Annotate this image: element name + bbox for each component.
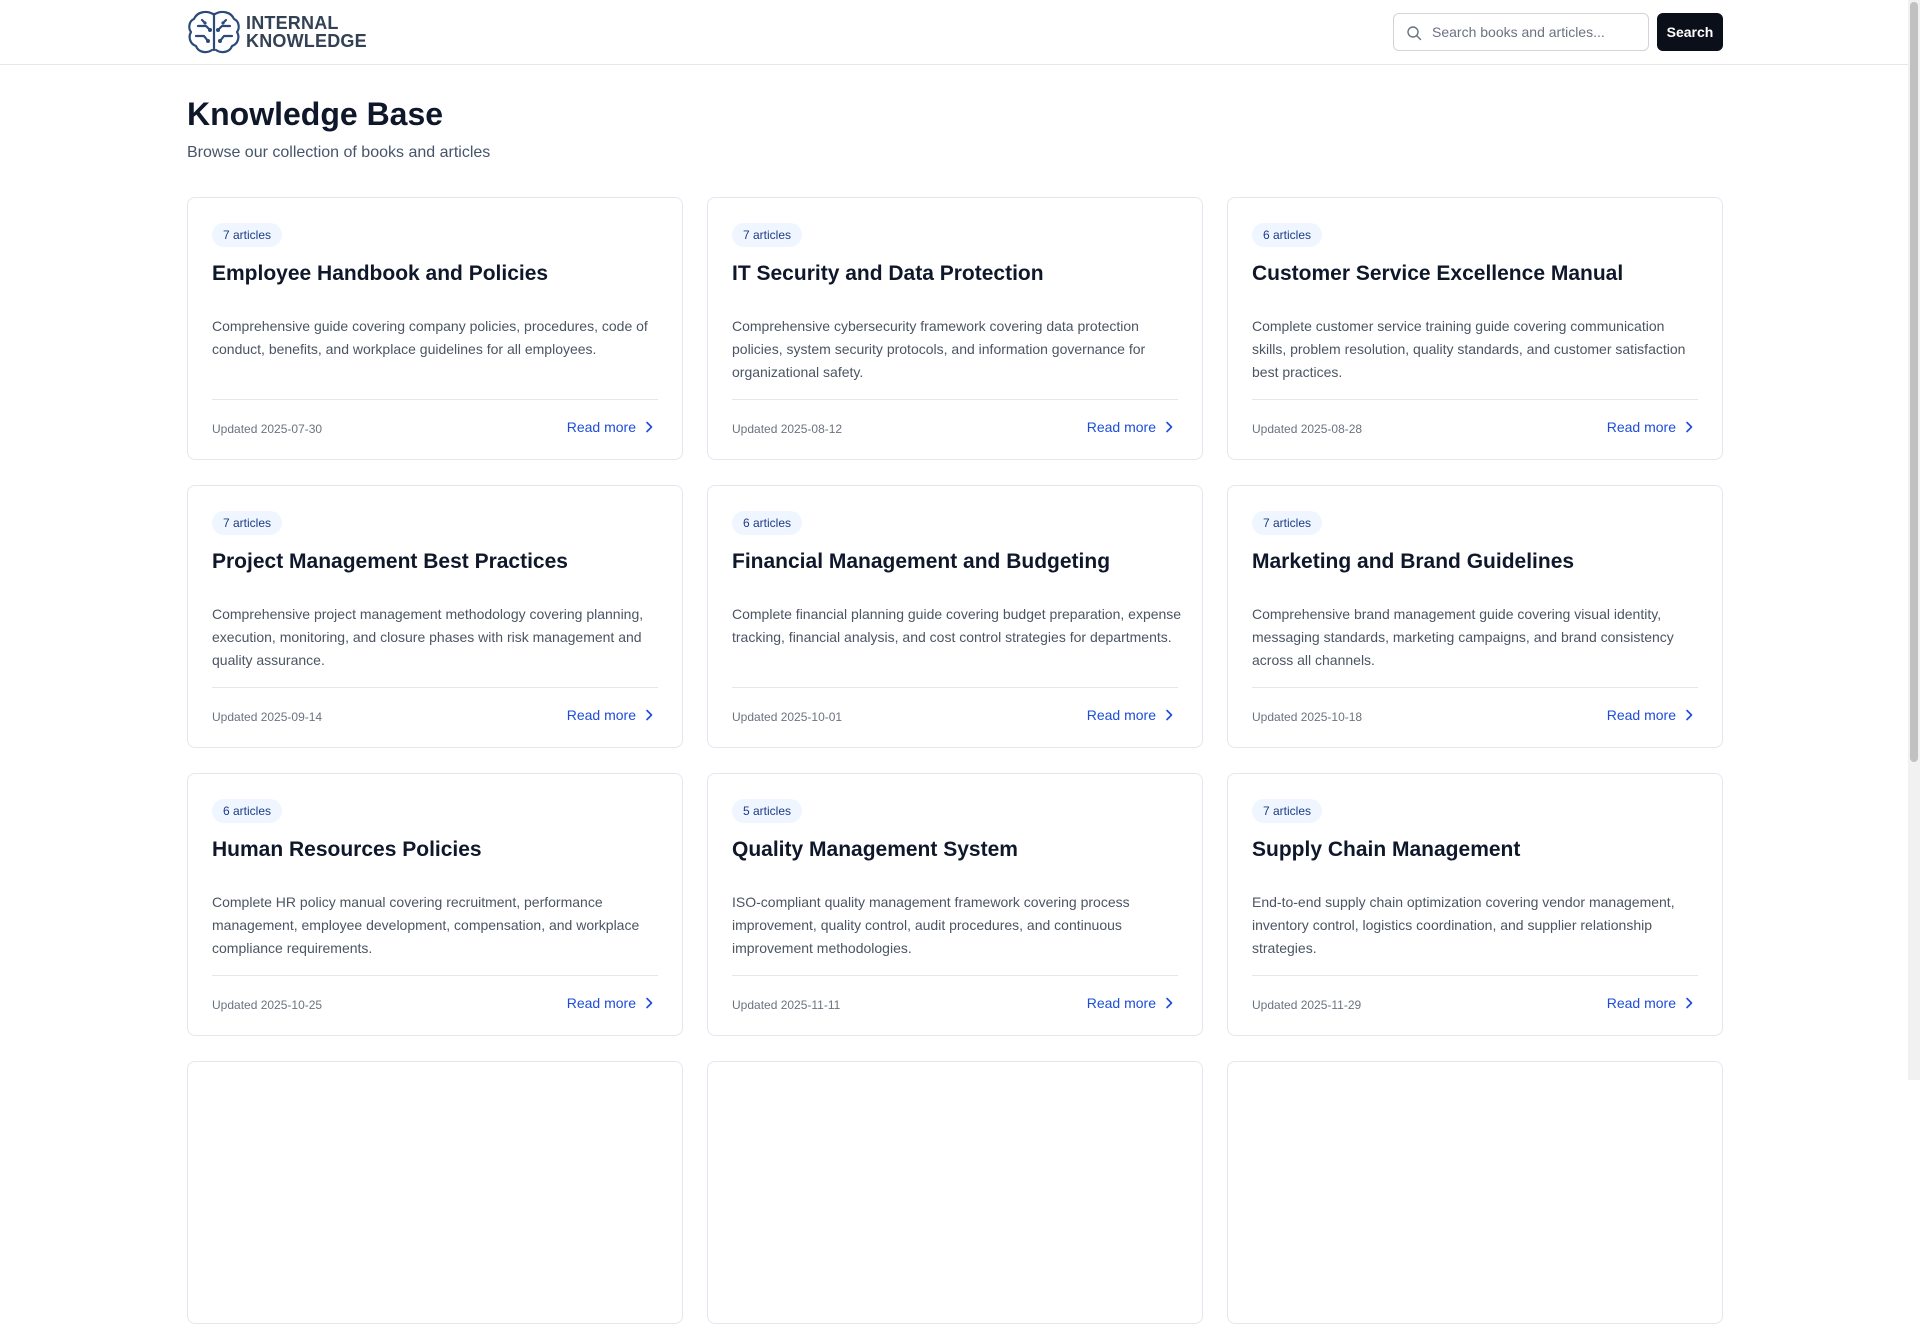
book-card[interactable]: 5 articles Quality Management System ISO… — [707, 773, 1203, 1036]
book-card[interactable]: 7 articles Project Management Best Pract… — [187, 485, 683, 748]
book-title[interactable]: Supply Chain Management — [1252, 838, 1520, 862]
book-description: Comprehensive guide covering company pol… — [212, 318, 648, 357]
chevron-right-icon — [1166, 997, 1173, 1009]
updated-date: Updated 2025-10-25 — [212, 998, 323, 1012]
card-divider — [212, 975, 658, 976]
read-more-label: Read more — [1606, 419, 1676, 435]
book-card-partial[interactable] — [1227, 1061, 1723, 1324]
book-title[interactable]: Project Management Best Practices — [212, 550, 568, 574]
book-card[interactable]: 6 articles Customer Service Excellence M… — [1227, 197, 1723, 460]
search-input[interactable] — [1432, 14, 1642, 50]
updated-date: Updated 2025-11-11 — [732, 998, 841, 1012]
card-divider — [1252, 399, 1698, 400]
read-more-link[interactable]: Read more — [1607, 707, 1696, 723]
read-more-link[interactable]: Read more — [1607, 419, 1696, 435]
updated-date: Updated 2025-10-18 — [1252, 710, 1363, 724]
read-more-label: Read more — [1086, 995, 1156, 1011]
book-description: End-to-end supply chain optimization cov… — [1252, 894, 1675, 956]
article-count-badge: 7 articles — [1252, 511, 1323, 535]
chevron-right-icon — [646, 709, 653, 721]
logo-line-2: KNOWLEDGE — [246, 31, 367, 51]
article-count-badge: 6 articles — [212, 799, 283, 823]
book-card[interactable]: 7 articles Employee Handbook and Policie… — [187, 197, 683, 460]
updated-date: Updated 2025-08-28 — [1252, 422, 1363, 436]
article-count-badge: 7 articles — [732, 223, 803, 247]
read-more-link[interactable]: Read more — [567, 995, 656, 1011]
updated-date: Updated 2025-09-14 — [212, 710, 323, 724]
read-more-label: Read more — [566, 419, 636, 435]
book-card-partial[interactable] — [187, 1061, 683, 1324]
updated-date: Updated 2025-10-01 — [732, 710, 843, 724]
chevron-right-icon — [646, 421, 653, 433]
read-more-link[interactable]: Read more — [1087, 995, 1176, 1011]
book-description: Comprehensive project management methodo… — [212, 606, 644, 668]
book-title[interactable]: IT Security and Data Protection — [732, 262, 1044, 286]
updated-date: Updated 2025-08-12 — [732, 422, 843, 436]
card-divider — [212, 399, 658, 400]
chevron-right-icon — [1166, 421, 1173, 433]
card-divider — [1252, 687, 1698, 688]
chevron-right-icon — [1686, 421, 1693, 433]
book-title[interactable]: Marketing and Brand Guidelines — [1252, 550, 1574, 574]
book-card[interactable]: 6 articles Financial Management and Budg… — [707, 485, 1203, 748]
card-divider — [732, 975, 1178, 976]
chevron-right-icon — [1686, 997, 1693, 1009]
read-more-label: Read more — [1086, 419, 1156, 435]
book-card[interactable]: 7 articles Marketing and Brand Guideline… — [1227, 485, 1723, 748]
article-count-badge: 6 articles — [732, 511, 803, 535]
read-more-link[interactable]: Read more — [1087, 419, 1176, 435]
read-more-link[interactable]: Read more — [567, 707, 656, 723]
article-count-badge: 7 articles — [1252, 799, 1323, 823]
book-title[interactable]: Quality Management System — [732, 838, 1018, 862]
scrollbar-thumb[interactable] — [1910, 2, 1918, 762]
article-count-badge: 6 articles — [1252, 223, 1323, 247]
article-count-badge: 7 articles — [212, 223, 283, 247]
book-description: Complete customer service training guide… — [1252, 318, 1686, 380]
page-subtitle: Browse our collection of books and artic… — [187, 144, 491, 161]
book-card-partial[interactable] — [707, 1061, 1203, 1324]
chevron-right-icon — [1686, 709, 1693, 721]
read-more-link[interactable]: Read more — [567, 419, 656, 435]
article-count-badge: 5 articles — [732, 799, 803, 823]
chevron-right-icon — [646, 997, 653, 1009]
card-divider — [1252, 975, 1698, 976]
book-title[interactable]: Human Resources Policies — [212, 838, 482, 862]
book-card[interactable]: 6 articles Human Resources Policies Comp… — [187, 773, 683, 1036]
brain-circuit-icon — [188, 10, 240, 54]
book-description: ISO-compliant quality management framewo… — [732, 894, 1130, 956]
book-title[interactable]: Financial Management and Budgeting — [732, 550, 1110, 574]
search-icon — [1407, 26, 1422, 41]
book-description: Complete HR policy manual covering recru… — [212, 894, 640, 956]
read-more-label: Read more — [566, 995, 636, 1011]
top-header: INTERNAL KNOWLEDGE Search — [0, 0, 1908, 65]
book-card[interactable]: 7 articles Supply Chain Management End-t… — [1227, 773, 1723, 1036]
read-more-label: Read more — [1086, 707, 1156, 723]
read-more-link[interactable]: Read more — [1607, 995, 1696, 1011]
updated-date: Updated 2025-11-29 — [1252, 998, 1362, 1012]
book-grid: 7 articles Employee Handbook and Policie… — [187, 197, 1723, 1324]
book-title[interactable]: Employee Handbook and Policies — [212, 262, 548, 286]
card-divider — [732, 399, 1178, 400]
book-description: Comprehensive brand management guide cov… — [1252, 606, 1674, 668]
updated-date: Updated 2025-07-30 — [212, 422, 323, 436]
card-divider — [732, 687, 1178, 688]
search-box[interactable] — [1393, 13, 1649, 51]
read-more-link[interactable]: Read more — [1087, 707, 1176, 723]
book-description: Comprehensive cybersecurity framework co… — [732, 318, 1146, 380]
book-title[interactable]: Customer Service Excellence Manual — [1252, 262, 1623, 286]
vertical-scrollbar[interactable] — [1908, 0, 1920, 1080]
book-card[interactable]: 7 articles IT Security and Data Protecti… — [707, 197, 1203, 460]
search-button[interactable]: Search — [1657, 13, 1723, 51]
logo[interactable]: INTERNAL KNOWLEDGE — [186, 8, 367, 56]
logo-line-1: INTERNAL — [246, 13, 339, 33]
article-count-badge: 7 articles — [212, 511, 283, 535]
book-description: Complete financial planning guide coveri… — [732, 606, 1182, 645]
logo-text: INTERNAL KNOWLEDGE — [246, 14, 367, 50]
read-more-label: Read more — [1606, 995, 1676, 1011]
chevron-right-icon — [1166, 709, 1173, 721]
read-more-label: Read more — [566, 707, 636, 723]
page-title: Knowledge Base — [187, 96, 444, 132]
card-divider — [212, 687, 658, 688]
read-more-label: Read more — [1606, 707, 1676, 723]
